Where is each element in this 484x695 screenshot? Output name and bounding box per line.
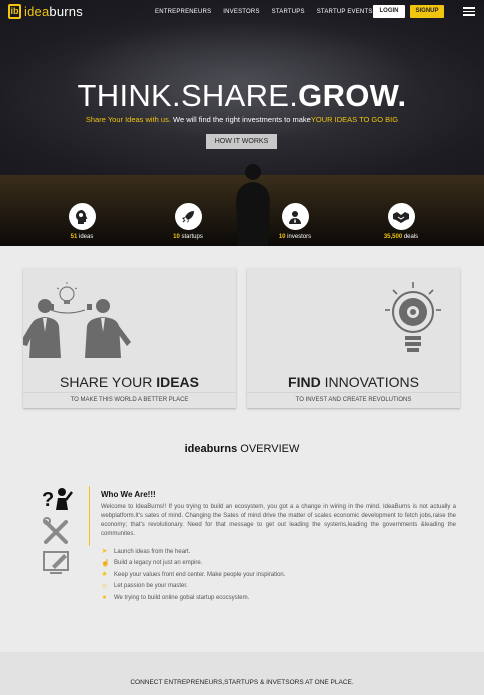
footer-tagline: CONNECT ENTREPRENEURS,STARTUPS & INVETSO…: [130, 679, 354, 686]
login-button[interactable]: LOGIN: [373, 5, 405, 18]
rocket-icon: [174, 203, 202, 230]
find-innovations-title: FIND INNOVATIONS: [288, 374, 419, 390]
hero-tagline: Share Your Ideas with us. We will find t…: [85, 115, 399, 124]
svg-text:?: ?: [42, 489, 54, 511]
signup-button[interactable]: SIGNUP: [410, 5, 444, 18]
star-icon: ★: [101, 571, 108, 579]
share-ideas-title: SHARE YOUR IDEAS: [59, 374, 199, 390]
who-we-are-paragraph: Welcome to IdeaBurns!! If you trying to …: [101, 504, 456, 537]
nav-link-entrepreneurs[interactable]: ENTREPRENEURS: [155, 9, 211, 15]
list-item: ➤ Launch ideas from the heart.: [101, 548, 191, 556]
question-person-icon: ?: [42, 488, 73, 511]
bulb-gears-icon: [385, 282, 441, 352]
who-we-are-heading: Who We Are!!!: [101, 490, 156, 499]
head-gears-icon: [68, 203, 96, 230]
overview-title: ideaburns OVERVIEW: [184, 443, 300, 455]
share-ideas-subtitle: TO MAKE THIS WORLD A BETTER PLACE: [70, 397, 189, 403]
hero-section: ib ideaburns ENTREPRENEURS INVESTORS STA…: [0, 0, 484, 246]
values-list: ➤ Launch ideas from the heart. ☝ Build a l…: [101, 546, 285, 604]
find-innovations-card[interactable]: FIND INNOVATIONS TO INVEST AND CREATE RE…: [247, 268, 460, 408]
list-item: ★ Keep your values front end center. Make…: [101, 571, 286, 579]
list-item: ☺ Let passion be your master.: [101, 582, 188, 590]
stat-startups[interactable]: 10 startups: [153, 203, 223, 240]
share-ideas-card[interactable]: SHARE YOUR IDEAS TO MAKE THIS WORLD A BE…: [23, 268, 236, 408]
nav-link-startups[interactable]: STARTUPS: [272, 9, 305, 15]
tools-icon: [43, 517, 68, 544]
nav-links: ENTREPRENEURS INVESTORS STARTUPS STARTUP…: [155, 9, 373, 15]
hero-headline: THINK.SHARE.GROW.: [77, 78, 407, 113]
how-it-works-button[interactable]: HOW IT WORKS: [206, 134, 277, 149]
edit-screen-icon: [43, 551, 69, 574]
smile-icon: ☺: [101, 582, 109, 590]
logo-mark: ib: [8, 4, 21, 19]
card-divider: [247, 392, 460, 393]
footer-band: [0, 652, 484, 695]
card-divider: [23, 392, 236, 393]
stat-deals[interactable]: 35,500 deals: [366, 203, 436, 240]
stats-bar: 51 ideas 10 startups 10 investors 35,500…: [0, 203, 484, 243]
list-item: ● We trying to build online gobal startup…: [102, 594, 250, 602]
menu-icon[interactable]: [463, 7, 475, 16]
stat-investors[interactable]: 10 investors: [260, 203, 330, 240]
find-innovations-subtitle: TO INVEST AND CREATE REVOLUTIONS: [295, 397, 412, 403]
logo-text: ideaburns: [24, 4, 83, 19]
stat-ideas[interactable]: 51 ideas: [47, 203, 117, 240]
send-icon: ➤: [101, 548, 108, 556]
nav-link-investors[interactable]: INVESTORS: [223, 9, 259, 15]
overview-accent-line: [89, 486, 90, 546]
list-item: ☝ Build a legacy not just an empire.: [101, 559, 203, 567]
businessmen-phone-illustration: [23, 282, 131, 358]
investor-icon: [281, 203, 309, 230]
top-navbar: ib ideaburns ENTREPRENEURS INVESTORS STA…: [0, 0, 484, 24]
nav-link-startup-events[interactable]: STARTUP EVENTS: [317, 9, 373, 15]
globe-icon: ●: [102, 594, 107, 602]
overview-icon-column: ?: [42, 486, 74, 591]
thumbs-up-icon: ☝: [101, 559, 110, 567]
handshake-icon: [387, 203, 415, 230]
brand-logo[interactable]: ib ideaburns: [8, 4, 83, 19]
